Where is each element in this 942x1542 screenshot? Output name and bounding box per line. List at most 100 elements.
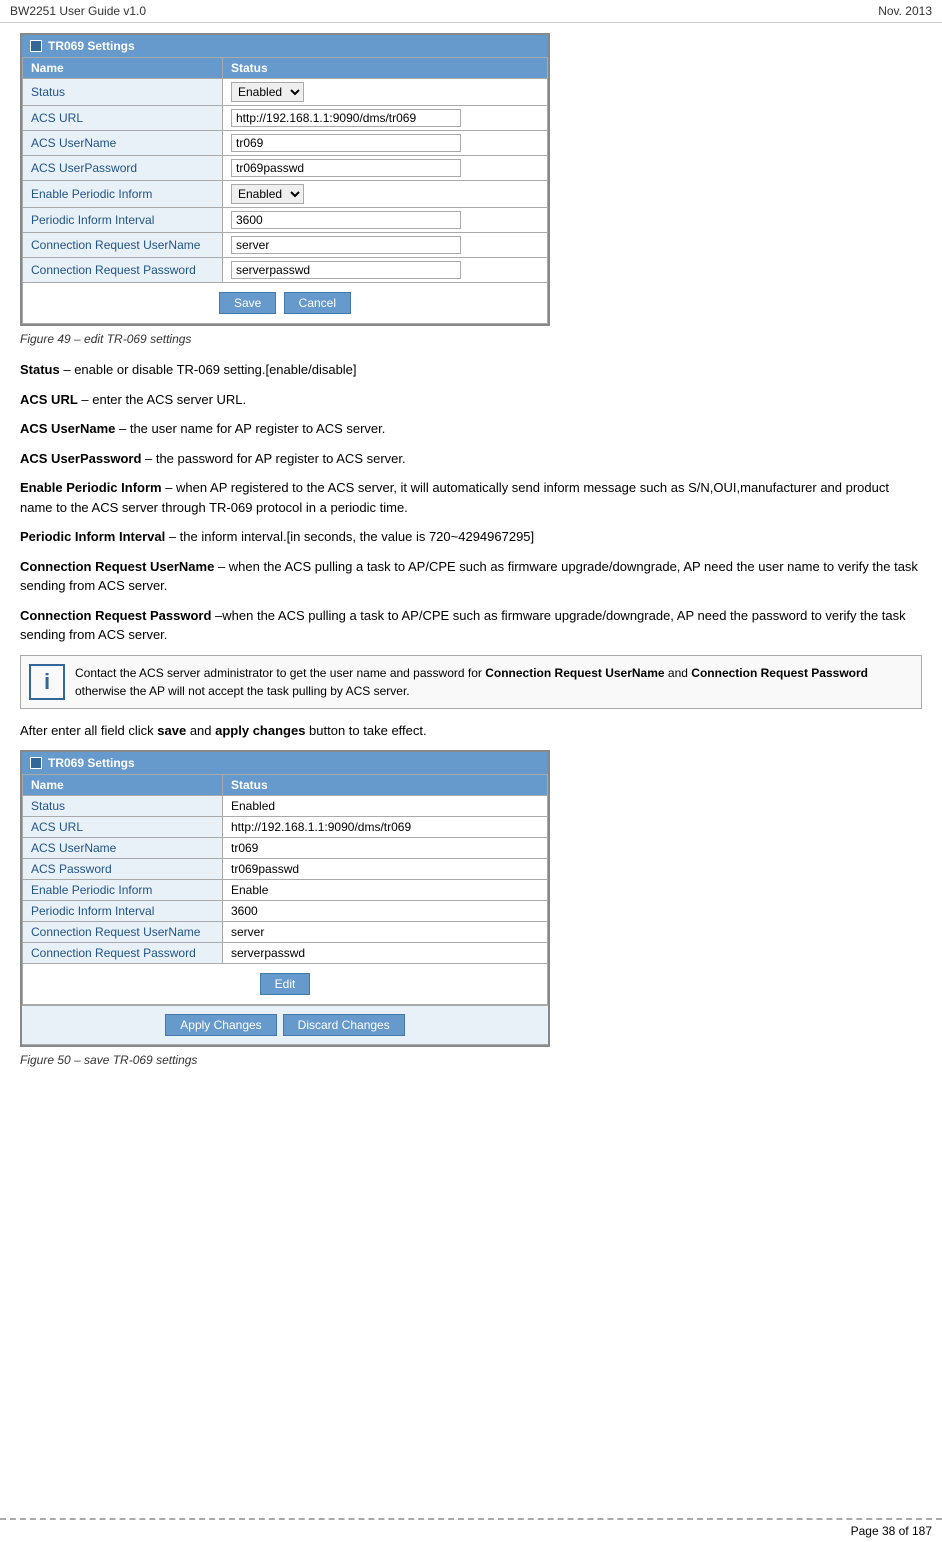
acs-password-input[interactable] xyxy=(231,159,461,177)
inform-interval-input[interactable] xyxy=(231,211,461,229)
acs-url-input[interactable] xyxy=(231,109,461,127)
desc-acs-url: ACS URL – enter the ACS server URL. xyxy=(20,390,922,410)
desc-enable-inform-bold: Enable Periodic Inform xyxy=(20,480,162,495)
page-header: BW2251 User Guide v1.0 Nov. 2013 xyxy=(0,0,942,23)
row-label-enable-inform: Enable Periodic Inform xyxy=(23,181,223,208)
desc-acs-username-text: – the user name for AP register to ACS s… xyxy=(115,421,385,436)
view-settings-panel: TR069 Settings Name Status Status Enable… xyxy=(20,750,550,1047)
table-row: Status Enabled Disabled xyxy=(23,79,548,106)
cancel-button[interactable]: Cancel xyxy=(284,292,351,314)
status-select[interactable]: Enabled Disabled xyxy=(231,82,304,102)
desc-acs-url-bold: ACS URL xyxy=(20,392,78,407)
col-name-header: Name xyxy=(23,58,223,79)
desc-status: Status – enable or disable TR-069 settin… xyxy=(20,360,922,380)
table-row: ACS UserName xyxy=(23,131,548,156)
enable-inform-select[interactable]: Enabled Disabled xyxy=(231,184,304,204)
desc-acs-password-bold: ACS UserPassword xyxy=(20,451,141,466)
col-status-header: Status xyxy=(223,58,548,79)
row-label-acs-password: ACS UserPassword xyxy=(23,156,223,181)
view-panel-title-bar: TR069 Settings xyxy=(22,752,548,774)
conn-password-input[interactable] xyxy=(231,261,461,279)
acs-username-input[interactable] xyxy=(231,134,461,152)
row-value-acs-password xyxy=(223,156,548,181)
desc-acs-password: ACS UserPassword – the password for AP r… xyxy=(20,449,922,469)
note-bold1: Connection Request UserName xyxy=(485,666,664,680)
figure50-caption: Figure 50 – save TR-069 settings xyxy=(20,1053,922,1067)
desc-acs-url-text: – enter the ACS server URL. xyxy=(78,392,246,407)
bottom-action-bar: Apply Changes Discard Changes xyxy=(22,1005,548,1045)
table-header-row: Name Status xyxy=(23,58,548,79)
desc-acs-username-bold: ACS UserName xyxy=(20,421,115,436)
apply-changes-button[interactable]: Apply Changes xyxy=(165,1014,276,1036)
edit-settings-panel: TR069 Settings Name Status Status Enable… xyxy=(20,33,550,326)
desc-conn-password-bold: Connection Request Password xyxy=(20,608,211,623)
desc-conn-password: Connection Request Password –when the AC… xyxy=(20,606,922,645)
edit-panel-title: TR069 Settings xyxy=(48,39,135,53)
view-row-value-conn-password: serverpasswd xyxy=(223,943,548,964)
view-row-label-acs-url: ACS URL xyxy=(23,817,223,838)
buttons-row: Save Cancel xyxy=(23,283,548,324)
view-row-label-status: Status xyxy=(23,796,223,817)
buttons-cell: Save Cancel xyxy=(23,283,548,324)
view-row-label-acs-password: ACS Password xyxy=(23,859,223,880)
view-settings-table: Name Status Status Enabled ACS URL http:… xyxy=(22,774,548,1005)
table-row: ACS URL xyxy=(23,106,548,131)
table-row: Connection Request UserName xyxy=(23,233,548,258)
table-row: ACS URL http://192.168.1.1:9090/dms/tr06… xyxy=(23,817,548,838)
view-row-label-conn-password: Connection Request Password xyxy=(23,943,223,964)
view-panel-title: TR069 Settings xyxy=(48,756,135,770)
desc-inform-interval-bold: Periodic Inform Interval xyxy=(20,529,165,544)
row-label-inform-interval: Periodic Inform Interval xyxy=(23,208,223,233)
row-label-conn-username: Connection Request UserName xyxy=(23,233,223,258)
table-row: Enable Periodic Inform Enabled Disabled xyxy=(23,181,548,208)
row-value-inform-interval xyxy=(223,208,548,233)
doc-date: Nov. 2013 xyxy=(878,4,932,18)
table-row: Periodic Inform Interval xyxy=(23,208,548,233)
view-edit-button-cell: Edit xyxy=(23,964,548,1005)
note-text: Contact the ACS server administrator to … xyxy=(75,664,913,700)
table-row: ACS UserPassword xyxy=(23,156,548,181)
view-row-value-conn-username: server xyxy=(223,922,548,943)
note-bold2: Connection Request Password xyxy=(691,666,868,680)
desc-acs-username: ACS UserName – the user name for AP regi… xyxy=(20,419,922,439)
edit-button[interactable]: Edit xyxy=(260,973,311,995)
conn-username-input[interactable] xyxy=(231,236,461,254)
view-row-label-conn-username: Connection Request UserName xyxy=(23,922,223,943)
view-edit-button-row: Edit xyxy=(23,964,548,1005)
row-value-acs-username xyxy=(223,131,548,156)
save-button[interactable]: Save xyxy=(219,292,276,314)
note-icon: i xyxy=(29,664,65,700)
discard-changes-button[interactable]: Discard Changes xyxy=(283,1014,405,1036)
table-row: ACS Password tr069passwd xyxy=(23,859,548,880)
view-row-label-inform-interval: Periodic Inform Interval xyxy=(23,901,223,922)
view-row-value-enable-inform: Enable xyxy=(223,880,548,901)
note-box: i Contact the ACS server administrator t… xyxy=(20,655,922,709)
view-row-value-acs-password: tr069passwd xyxy=(223,859,548,880)
table-row: ACS UserName tr069 xyxy=(23,838,548,859)
table-row: Periodic Inform Interval 3600 xyxy=(23,901,548,922)
desc-conn-username-bold: Connection Request UserName xyxy=(20,559,214,574)
view-row-value-acs-username: tr069 xyxy=(223,838,548,859)
row-label-acs-url: ACS URL xyxy=(23,106,223,131)
desc-status-text: – enable or disable TR-069 setting.[enab… xyxy=(60,362,357,377)
desc-conn-username: Connection Request UserName – when the A… xyxy=(20,557,922,596)
view-col-status-header: Status xyxy=(223,775,548,796)
table-row: Status Enabled xyxy=(23,796,548,817)
view-table-header-row: Name Status xyxy=(23,775,548,796)
row-label-status: Status xyxy=(23,79,223,106)
table-row: Connection Request Password serverpasswd xyxy=(23,943,548,964)
doc-title: BW2251 User Guide v1.0 xyxy=(10,4,146,18)
table-row: Connection Request Password xyxy=(23,258,548,283)
row-value-conn-username xyxy=(223,233,548,258)
desc-status-bold: Status xyxy=(20,362,60,377)
table-row: Connection Request UserName server xyxy=(23,922,548,943)
row-value-status: Enabled Disabled xyxy=(223,79,548,106)
desc-inform-interval-text: – the inform interval.[in seconds, the v… xyxy=(165,529,534,544)
after-apply-bold: apply changes xyxy=(215,723,305,738)
view-row-value-acs-url: http://192.168.1.1:9090/dms/tr069 xyxy=(223,817,548,838)
after-save-bold: save xyxy=(157,723,186,738)
view-row-label-enable-inform: Enable Periodic Inform xyxy=(23,880,223,901)
edit-settings-table: Name Status Status Enabled Disabled ACS … xyxy=(22,57,548,324)
row-label-acs-username: ACS UserName xyxy=(23,131,223,156)
figure49-caption: Figure 49 – edit TR-069 settings xyxy=(20,332,922,346)
